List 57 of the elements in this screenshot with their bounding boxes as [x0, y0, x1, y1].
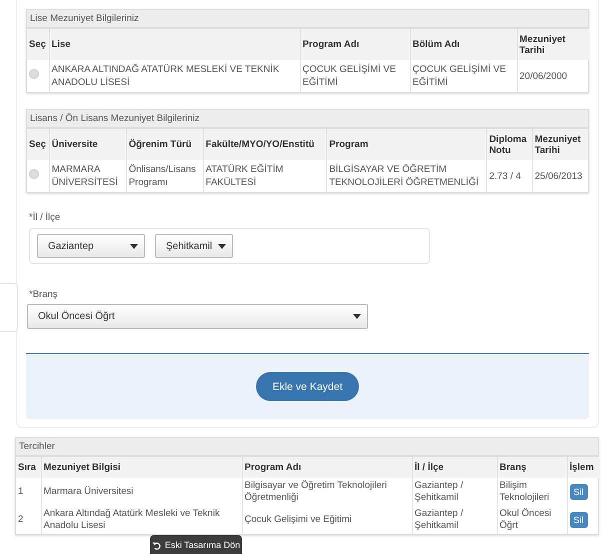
- dropdown[interactable]: Okul Öncesi Öğrt: [27, 304, 368, 330]
- table-cell: MARMARA ÜNİVERSİTESİ: [49, 160, 126, 192]
- field-label: *Branş: [29, 289, 59, 300]
- column-header: Seç: [27, 129, 50, 160]
- table-cell: 20/06/2000: [517, 60, 589, 92]
- column-header: İl / İlçe: [412, 457, 497, 478]
- table-title: Tercihler: [16, 438, 598, 457]
- side-tab[interactable]: [0, 283, 18, 332]
- table-cell: ANKARA ALTINDAĞ ATATÜRK MESLEKİ VE TEKNİK ANADOLU LİSESİ: [49, 60, 300, 92]
- table-cell: ÇOCUK GELİŞİMİ VE EĞİTİMİ: [300, 60, 410, 92]
- table-cell: Gaziantep / Şehitkamil: [412, 478, 497, 506]
- table-title: Lisans / Ön Lisans Mezuniyet Bilgileriniz: [27, 110, 588, 130]
- table-cell: Okul Öncesi Öğrt: [497, 506, 567, 534]
- column-header: Program Adı: [300, 29, 410, 60]
- column-header: Lise: [49, 29, 300, 60]
- column-header: Öğrenim Türü: [126, 129, 204, 160]
- column-header: Mezuniyet Bilgisi: [41, 457, 242, 478]
- table-title: Lise Mezuniyet Bilgileriniz: [27, 10, 588, 29]
- column-header: Sıra: [16, 457, 41, 478]
- caret-icon: [353, 314, 361, 320]
- table-cell: ATATÜRK EĞİTİM FAKÜLTESİ: [203, 160, 327, 192]
- table-cell: BİLGİSAYAR VE ÖĞRETİM TEKNOLOJİLERİ ÖĞRETMENLİĞİ: [326, 160, 487, 192]
- radio-button[interactable]: [29, 69, 39, 79]
- old-design-button[interactable]: Eski Tasarıma Dön: [150, 535, 242, 554]
- field-label: *İl / İlçe: [29, 212, 62, 224]
- column-header: Bölüm Adı: [410, 29, 517, 60]
- column-header: Branş: [497, 457, 567, 478]
- table-cell: Marmara Üniversitesi: [41, 478, 242, 506]
- column-header: İşlem: [567, 457, 599, 478]
- column-header: Program: [326, 129, 487, 160]
- table-cell: Bilişim Teknolojileri: [497, 478, 567, 506]
- table-cell: 1: [16, 478, 41, 506]
- column-header: Fakülte/MYO/YO/Enstitü: [203, 129, 327, 160]
- column-header: Mezuniyet Tarihi: [532, 129, 588, 160]
- dropdown[interactable]: Gaziantep: [37, 234, 145, 258]
- dropdown[interactable]: Şehitkamil: [155, 234, 233, 258]
- table-cell: 2.73 / 4: [486, 160, 532, 192]
- column-header: Diploma Notu: [486, 129, 532, 160]
- caret-icon: [130, 244, 138, 249]
- table-cell: 25/06/2013: [532, 160, 588, 192]
- column-header: Mezuniyet Tarihi: [517, 29, 589, 60]
- delete-button[interactable]: Sil: [570, 512, 588, 528]
- column-header: Seç: [27, 29, 49, 60]
- table-cell: Ankara Altındağ Atatürk Mesleki ve Teknik Anadolu Lisesi: [41, 506, 242, 534]
- radio-button[interactable]: [29, 169, 39, 180]
- save-button[interactable]: Ekle ve Kaydet: [256, 372, 359, 402]
- undo-icon: [152, 540, 161, 550]
- table-cell: ÇOCUK GELİŞİMİ VE EĞİTİMİ: [410, 60, 517, 92]
- column-header: Üniversite: [49, 129, 126, 160]
- column-header: Program Adı: [242, 457, 412, 478]
- table-cell: 2: [16, 506, 41, 534]
- delete-button[interactable]: Sil: [570, 484, 588, 500]
- caret-icon: [218, 244, 226, 249]
- table-cell: Çocuk Gelişimi ve Eğitimi: [242, 506, 412, 534]
- table-cell: Gaziantep / Şehitkamil: [412, 506, 497, 534]
- table-cell: Bilgisayar ve Öğretim Teknolojileri Öğretmenliği: [242, 478, 412, 506]
- table-cell: Önlisans/Lisans Programı: [126, 160, 204, 192]
